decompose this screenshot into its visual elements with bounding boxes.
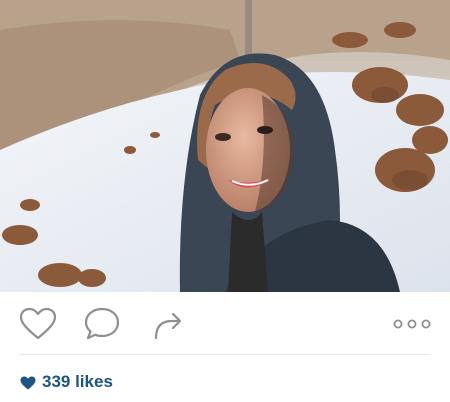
- likes-label: 339 likes: [42, 372, 113, 391]
- comment-bubble-icon: [83, 306, 121, 342]
- likes-count[interactable]: 339 likes: [20, 372, 113, 392]
- instagram-post: 339 likes: [0, 0, 450, 402]
- share-button[interactable]: [148, 306, 188, 342]
- heart-filled-icon: [20, 375, 36, 390]
- share-arrow-icon: [151, 307, 185, 341]
- post-photo[interactable]: [0, 0, 450, 292]
- like-button[interactable]: [18, 306, 58, 342]
- comment-button[interactable]: [82, 306, 122, 342]
- actions-divider: [20, 354, 430, 355]
- heart-outline-icon: [19, 307, 57, 341]
- post-actions-bar: [0, 292, 450, 354]
- more-options-icon: [392, 318, 432, 330]
- more-options-button[interactable]: [390, 306, 434, 342]
